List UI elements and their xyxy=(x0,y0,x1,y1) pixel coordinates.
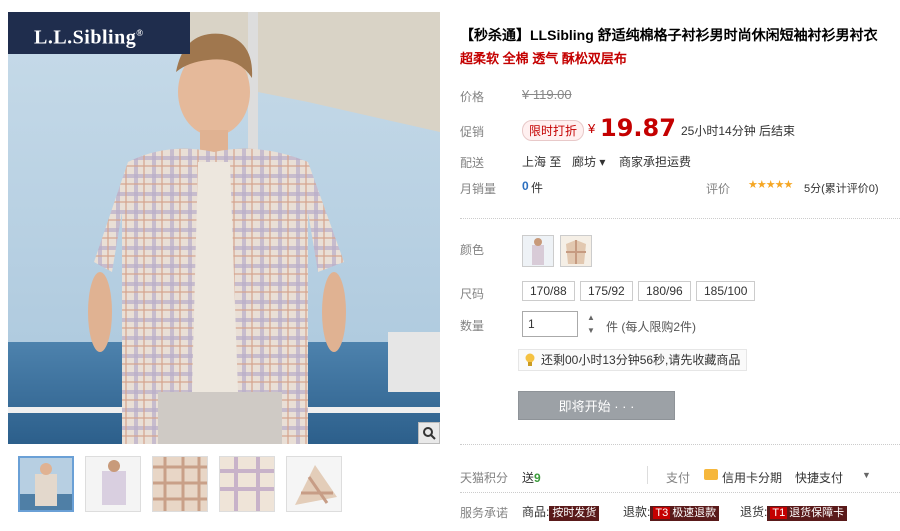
current-price: 19.87 xyxy=(600,114,676,142)
thumbnail-2[interactable] xyxy=(85,456,141,512)
ship-to-select[interactable]: 廊坊 ▾ xyxy=(572,153,605,170)
divider xyxy=(460,444,900,445)
favorite-reminder: 还剩00小时13分钟56秒,请先收藏商品 xyxy=(518,349,748,371)
thumbnail-strip xyxy=(18,456,342,512)
thumbnail-3[interactable] xyxy=(152,456,208,512)
thumbnail-image xyxy=(20,458,72,510)
thumbnail-image xyxy=(153,457,207,511)
swatch-image xyxy=(561,236,591,266)
quantity-increase-icon[interactable]: ▲ xyxy=(584,312,598,323)
brand-logo: L.L.Sibling® xyxy=(8,12,190,54)
service-badge: 按时发货 xyxy=(549,506,600,521)
credit-card-icon xyxy=(704,469,718,480)
shipping-fee: 商家承担运费 xyxy=(619,155,692,169)
vertical-divider xyxy=(647,466,648,484)
service-tag: T1 xyxy=(770,507,788,519)
size-option-180[interactable]: 180/96 xyxy=(638,281,691,301)
magnifier-icon xyxy=(423,427,436,440)
service-tag: T3 xyxy=(653,507,671,519)
currency-symbol: ¥ xyxy=(588,121,596,136)
model-photo xyxy=(8,12,440,444)
service-item-label: 退款: xyxy=(623,505,651,519)
promo-tag: 限时打折 xyxy=(522,120,585,141)
registered-mark: ® xyxy=(136,28,144,38)
points-value: 送9 xyxy=(522,469,541,486)
service-item-return[interactable]: 退货: T1 退货保障卡 xyxy=(740,503,848,521)
main-product-image[interactable]: L.L.Sibling® xyxy=(8,12,440,444)
points-label: 天猫积分 xyxy=(460,471,509,485)
original-price: ¥ 119.00 xyxy=(522,87,572,102)
lightbulb-icon xyxy=(525,353,535,366)
service-item-refund[interactable]: 退款: T3 极速退款 xyxy=(623,503,720,521)
thumbnail-image xyxy=(287,457,341,511)
size-label: 尺码 xyxy=(460,287,485,301)
size-option-185[interactable]: 185/100 xyxy=(696,281,756,301)
monthly-sales-unit: 件 xyxy=(531,181,544,195)
favorite-reminder-text: 还剩00小时13分钟56秒,请先收藏商品 xyxy=(541,353,741,367)
service-item-label: 退货: xyxy=(740,505,768,519)
product-title: 【秒杀通】LLSibling 舒适纯棉格子衬衫男时尚休闲短袖衬衫男衬衣 xyxy=(460,27,878,43)
swatch-image xyxy=(523,236,553,266)
shipping-label: 配送 xyxy=(460,156,485,170)
color-swatch-2[interactable] xyxy=(560,235,592,267)
divider xyxy=(460,492,900,493)
coming-soon-button[interactable]: 即将开始 · · · xyxy=(518,391,675,420)
service-badge-text: 极速退款 xyxy=(672,507,717,519)
rating-label: 评价 xyxy=(706,182,731,196)
color-label: 颜色 xyxy=(460,243,485,257)
thumbnail-image xyxy=(86,457,140,511)
service-label: 服务承诺 xyxy=(460,506,509,520)
quantity-decrease-icon[interactable]: ▼ xyxy=(584,325,598,336)
brand-logo-text: L.L.Sibling xyxy=(34,26,137,49)
service-badge: T1 退货保障卡 xyxy=(767,506,848,521)
quick-pay-link[interactable]: 快捷支付 xyxy=(795,469,843,486)
quantity-label: 数量 xyxy=(460,319,485,333)
size-option-175[interactable]: 175/92 xyxy=(580,281,633,301)
thumbnail-image xyxy=(220,457,274,511)
points-number: 9 xyxy=(534,471,541,485)
promo-countdown: 25小时14分钟 后结束 xyxy=(681,124,796,138)
thumbnail-1[interactable] xyxy=(18,456,74,512)
product-subtitle: 超柔软 全棉 透气 酥松双层布 xyxy=(460,51,627,66)
thumbnail-4[interactable] xyxy=(219,456,275,512)
price-label: 价格 xyxy=(460,90,485,104)
monthly-sales-count: 0 xyxy=(522,179,529,193)
service-item-label: 商品: xyxy=(522,505,550,519)
zoom-button[interactable] xyxy=(418,422,440,444)
credit-installment-link[interactable]: 信用卡分期 xyxy=(722,469,782,486)
ship-from: 上海 至 xyxy=(522,155,562,169)
color-swatch-1[interactable] xyxy=(522,235,554,267)
monthly-sales-label: 月销量 xyxy=(460,182,497,196)
service-item-shipping[interactable]: 商品: 按时发货 xyxy=(522,503,600,521)
size-option-170[interactable]: 170/88 xyxy=(522,281,575,301)
points-prefix: 送 xyxy=(522,471,535,485)
thumbnail-5[interactable] xyxy=(286,456,342,512)
service-badge: T3 极速退款 xyxy=(650,506,720,521)
service-badge-text: 退货保障卡 xyxy=(789,507,845,519)
quantity-limit-note: 件 (每人限购2件) xyxy=(606,320,697,334)
chevron-down-icon[interactable]: ▼ xyxy=(862,470,871,480)
promo-label: 促销 xyxy=(460,125,485,139)
quantity-input[interactable]: 1 xyxy=(522,311,578,337)
payment-label: 支付 xyxy=(666,471,691,485)
rating-summary[interactable]: 5分(累计评价0) xyxy=(804,180,879,196)
divider xyxy=(460,218,900,219)
rating-stars: ★★★★★ xyxy=(748,179,793,191)
